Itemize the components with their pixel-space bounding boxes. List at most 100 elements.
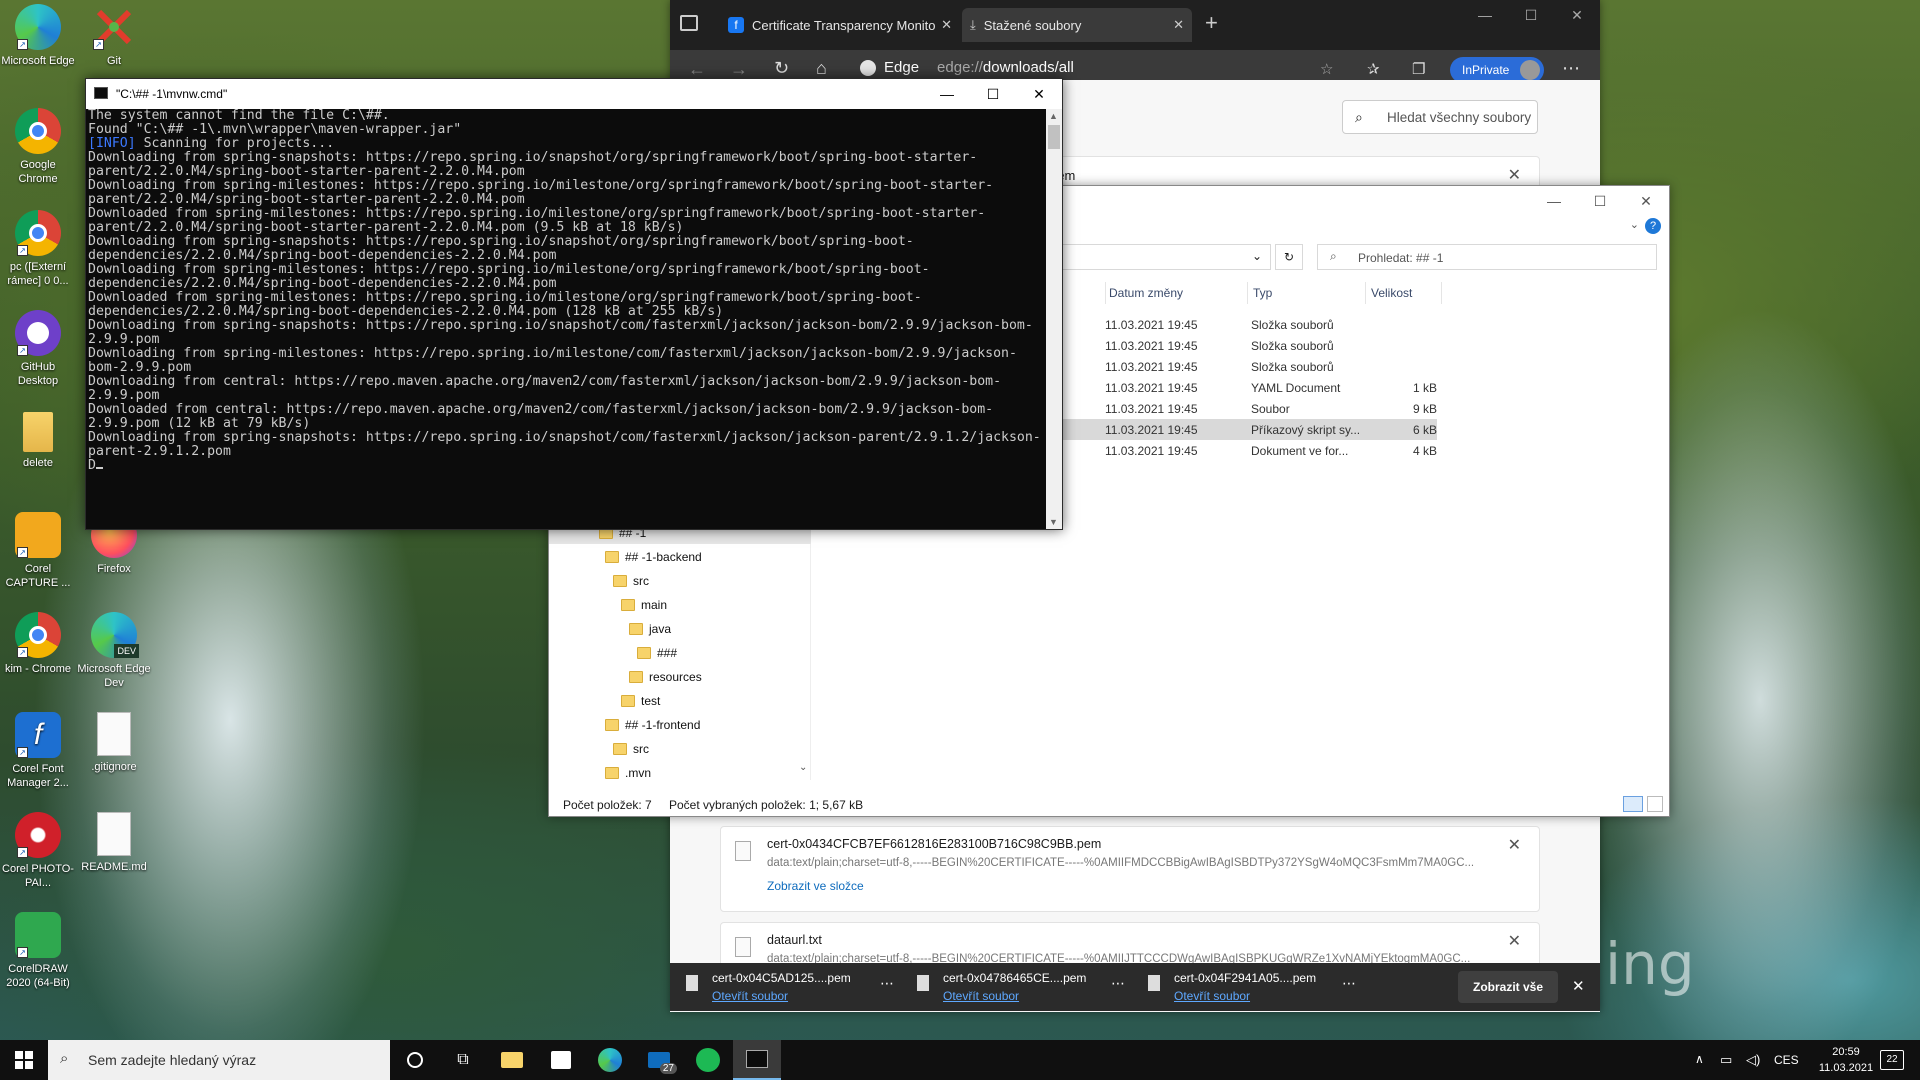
cmd-titlebar[interactable]: "C:\## -1\mvnw.cmd" — ☐ ✕ <box>86 79 1062 109</box>
favorites-icon[interactable]: ✰ <box>1367 60 1380 78</box>
scroll-down-icon[interactable]: ⌄ <box>799 762 807 773</box>
desktop-icon-readme[interactable]: README.md <box>76 812 152 874</box>
more-icon[interactable]: ⋯ <box>1562 58 1580 79</box>
taskbar-mail[interactable]: 27 <box>635 1040 683 1080</box>
tree-item[interactable]: src <box>613 570 649 592</box>
remove-icon[interactable]: ✕ <box>1508 835 1521 855</box>
open-file-link[interactable]: Otevřít soubor <box>943 989 1019 1003</box>
tree-item[interactable]: test <box>621 690 660 712</box>
more-icon[interactable]: ⋯ <box>1342 975 1356 992</box>
tree-item[interactable]: src <box>613 738 649 760</box>
tab-actions-icon[interactable] <box>680 15 698 31</box>
file-row[interactable]: 11.03.2021 19:45 Složka souborů <box>1105 314 1515 335</box>
close-tab-icon[interactable]: ✕ <box>941 17 952 33</box>
minimize-icon[interactable]: — <box>1531 186 1577 216</box>
forward-icon[interactable]: → <box>730 59 748 80</box>
desktop-icon-gitignore[interactable]: .gitignore <box>76 712 152 774</box>
network-icon[interactable]: ▭ <box>1720 1052 1732 1068</box>
tree-item[interactable]: ## -1-frontend <box>605 714 700 736</box>
desktop-icon-edge[interactable]: ↗ Microsoft Edge <box>0 4 76 68</box>
tree-item[interactable]: ### <box>637 642 677 664</box>
notifications-button[interactable]: 22 <box>1880 1050 1904 1070</box>
ribbon-expand-icon[interactable]: ⌄ <box>1630 218 1639 231</box>
maximize-icon[interactable]: ☐ <box>1508 0 1554 30</box>
desktop-icon-github[interactable]: ↗ GitHub Desktop <box>0 310 76 388</box>
shelf-item[interactable]: cert-0x04786465CE....pem Otevřít soubor … <box>913 969 1133 1005</box>
remove-icon[interactable]: ✕ <box>1508 165 1521 185</box>
chevron-down-icon[interactable]: ⌄ <box>1252 249 1262 263</box>
tree-item[interactable]: resources <box>629 666 702 688</box>
cortana-button[interactable] <box>391 1040 439 1080</box>
downloads-search-input[interactable]: ⌕ Hledat všechny soubory <box>1342 100 1538 134</box>
tiles-view-icon[interactable] <box>1647 796 1663 812</box>
close-icon[interactable]: ✕ <box>1554 0 1600 30</box>
open-file-link[interactable]: Otevřít soubor <box>1174 989 1250 1003</box>
back-icon[interactable]: ← <box>688 59 706 80</box>
more-icon[interactable]: ⋯ <box>1111 975 1125 992</box>
tree-item[interactable]: .mvn <box>605 762 651 784</box>
desktop-icon-corel-photo[interactable]: ↗ Corel PHOTO-PAI... <box>0 812 76 890</box>
scrollbar-thumb[interactable] <box>1048 125 1060 149</box>
download-filename[interactable]: dataurl.txt <box>767 933 822 947</box>
file-row[interactable]: 11.03.2021 19:45 Dokument ve for... 4 kB <box>1105 440 1515 461</box>
file-row[interactable]: 11.03.2021 19:45 Soubor 9 kB <box>1105 398 1515 419</box>
language-indicator[interactable]: CES <box>1774 1053 1799 1067</box>
maximize-icon[interactable]: ☐ <box>970 79 1016 109</box>
close-shelf-icon[interactable]: ✕ <box>1572 977 1585 995</box>
collections-icon[interactable]: ❐ <box>1412 60 1425 78</box>
clock[interactable]: 20:59 11.03.2021 <box>1806 1044 1886 1076</box>
file-row[interactable]: 11.03.2021 19:45 Složka souborů <box>1105 356 1515 377</box>
refresh-icon[interactable]: ↻ <box>1275 244 1303 270</box>
cmd-scrollbar[interactable]: ▲ ▼ <box>1046 109 1062 529</box>
show-in-folder-link[interactable]: Zobrazit ve složce <box>767 879 864 893</box>
desktop-icon-chrome[interactable]: Google Chrome <box>0 108 76 186</box>
details-view-icon[interactable] <box>1623 796 1643 812</box>
explorer-search-input[interactable]: ⌕ Prohledat: ## -1 <box>1317 244 1657 270</box>
tab-certificate[interactable]: f Certificate Transparency Monito ✕ <box>720 8 960 42</box>
start-button[interactable] <box>0 1040 48 1080</box>
desktop-icon-corel-capture[interactable]: ↗ Corel CAPTURE ... <box>0 512 76 590</box>
home-icon[interactable]: ⌂ <box>816 58 827 79</box>
desktop-icon-corel-font[interactable]: f ↗ Corel Font Manager 2... <box>0 712 76 790</box>
show-all-button[interactable]: Zobrazit vše <box>1458 971 1558 1003</box>
taskbar-search[interactable]: ⌕ Sem zadejte hledaný výraz <box>48 1040 390 1080</box>
file-row-selected[interactable]: 11.03.2021 19:45 Příkazový skript sy... 6 … <box>1057 419 1437 440</box>
tray-chevron-icon[interactable]: ∧ <box>1695 1052 1704 1066</box>
taskbar-explorer[interactable] <box>488 1040 536 1080</box>
file-row[interactable]: 11.03.2021 19:45 YAML Document 1 kB <box>1105 377 1515 398</box>
maximize-icon[interactable]: ☐ <box>1577 186 1623 216</box>
taskbar-spotify[interactable] <box>684 1040 732 1080</box>
tree-item[interactable]: main <box>621 594 667 616</box>
scroll-down-icon[interactable]: ▼ <box>1049 517 1058 527</box>
taskbar-edge[interactable] <box>586 1040 634 1080</box>
task-view-button[interactable]: ⧉ <box>439 1040 487 1080</box>
desktop-icon-pc-chrome[interactable]: ↗ pc ([Externí rámec] 0 0... <box>0 210 76 288</box>
scroll-up-icon[interactable]: ▲ <box>1049 111 1058 121</box>
cmd-output[interactable]: The system cannot find the file C:\##. Fo… <box>86 109 1046 529</box>
close-tab-icon[interactable]: ✕ <box>1173 17 1184 33</box>
volume-icon[interactable]: ◁) <box>1746 1052 1760 1068</box>
refresh-icon[interactable]: ↻ <box>774 58 789 79</box>
download-filename[interactable]: cert-0x0434CFCB7EF6612816E283100B716C98C… <box>767 837 1101 851</box>
desktop-icon-coreldraw[interactable]: ↗ CorelDRAW 2020 (64-Bit) <box>0 912 76 990</box>
desktop-icon-edge-dev[interactable]: DEV Microsoft Edge Dev <box>76 612 152 690</box>
add-favorite-icon[interactable]: ☆ <box>1320 60 1333 78</box>
desktop-icon-delete[interactable]: delete <box>0 412 76 470</box>
help-icon[interactable]: ? <box>1645 218 1661 234</box>
new-tab-icon[interactable]: + <box>1205 10 1218 36</box>
taskbar-cmd[interactable] <box>733 1040 781 1080</box>
open-file-link[interactable]: Otevřít soubor <box>712 989 788 1003</box>
file-row[interactable]: 11.03.2021 19:45 Složka souborů <box>1105 335 1515 356</box>
tab-downloads[interactable]: ⤓ Stažené soubory ✕ <box>962 8 1192 42</box>
column-size[interactable]: Velikost <box>1371 286 1412 300</box>
column-type[interactable]: Typ <box>1253 286 1272 300</box>
tree-item[interactable]: java <box>629 618 671 640</box>
remove-icon[interactable]: ✕ <box>1508 931 1521 951</box>
more-icon[interactable]: ⋯ <box>880 975 894 992</box>
close-icon[interactable]: ✕ <box>1016 79 1062 109</box>
shelf-item[interactable]: cert-0x04F2941A05....pem Otevřít soubor … <box>1144 969 1364 1005</box>
shelf-item[interactable]: cert-0x04C5AD125....pem Otevřít soubor ⋯ <box>682 969 902 1005</box>
url-field[interactable]: Edge edge:// downloads/all <box>860 59 1074 76</box>
desktop-icon-git[interactable]: ↗ Git <box>76 4 152 68</box>
minimize-icon[interactable]: — <box>924 79 970 109</box>
